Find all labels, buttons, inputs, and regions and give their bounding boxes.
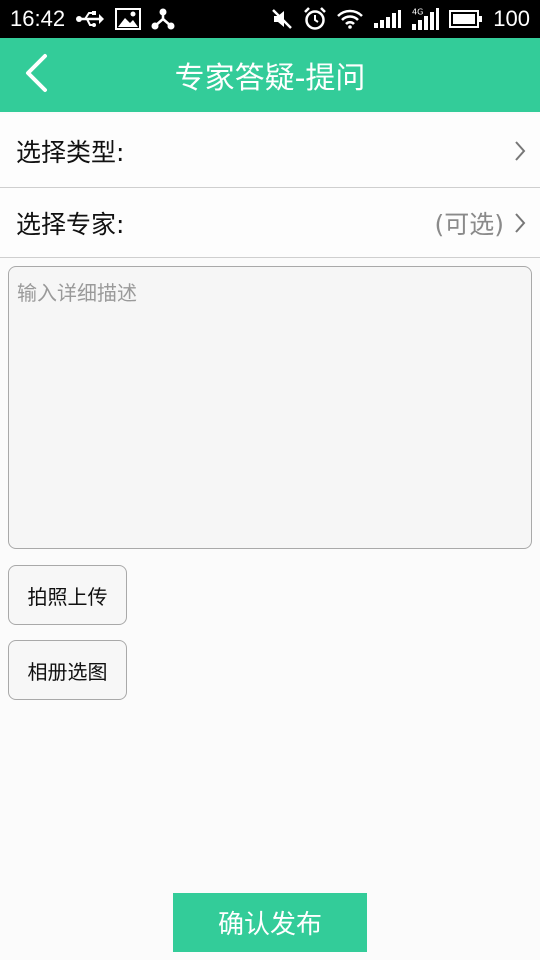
status-time: 16:42	[10, 6, 66, 31]
confirm-publish-button[interactable]: 确认发布	[173, 893, 367, 952]
wifi-icon	[337, 7, 364, 31]
optional-hint: (可选)	[434, 209, 504, 239]
select-expert-label: 选择专家:	[16, 209, 125, 239]
take-photo-button[interactable]: 拍照上传	[8, 565, 127, 625]
select-type-label: 选择类型:	[16, 137, 125, 167]
status-bar: 16:42 4G 100	[0, 0, 540, 38]
back-arrow-icon	[23, 53, 49, 97]
chevron-right-icon	[514, 212, 526, 234]
back-button[interactable]	[14, 50, 58, 100]
description-input[interactable]	[8, 266, 532, 549]
page-title: 专家答疑-提问	[174, 61, 366, 96]
alarm-icon	[303, 7, 327, 31]
select-expert-row[interactable]: 选择专家: (可选)	[0, 188, 540, 258]
header: 专家答疑-提问	[0, 38, 540, 112]
share-icon	[151, 7, 175, 31]
chevron-right-icon	[514, 140, 526, 162]
select-type-row[interactable]: 选择类型:	[0, 114, 540, 188]
status-bar-right: 4G 100	[271, 6, 530, 32]
signal-4g-icon: 4G	[411, 7, 440, 31]
select-expert-right: (可选)	[434, 205, 526, 241]
usb-icon	[75, 7, 105, 31]
select-type-right	[514, 140, 526, 162]
choose-from-album-button[interactable]: 相册选图	[8, 640, 127, 700]
status-bar-left: 16:42	[10, 6, 175, 32]
svg-text:4G: 4G	[412, 8, 423, 17]
mute-icon	[271, 7, 293, 31]
signal-icon	[373, 7, 402, 31]
battery-level: 100	[493, 6, 530, 31]
image-icon	[115, 7, 142, 31]
battery-icon	[449, 7, 483, 31]
